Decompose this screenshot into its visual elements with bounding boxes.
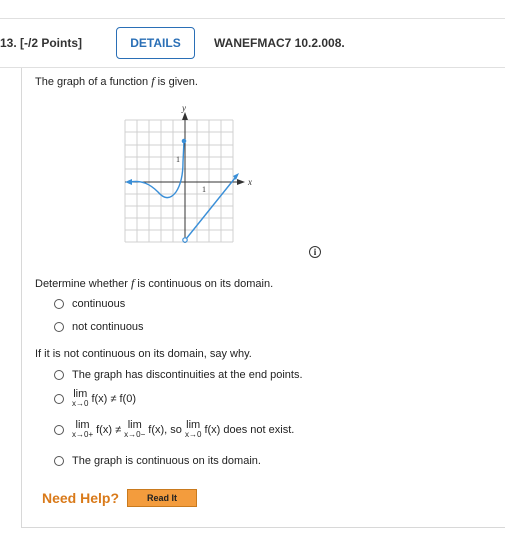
radio-limit-not-equal[interactable] <box>54 394 64 404</box>
question-2-text: If it is not continuous on its domain, s… <box>35 348 252 360</box>
x-axis-label: x <box>247 177 252 187</box>
radio-limit-dne[interactable] <box>54 425 64 435</box>
limit-expression: lim x→0 <box>72 388 89 409</box>
left-limit: lim x→0− <box>124 419 146 440</box>
right-limit: lim x→0+ <box>72 419 94 440</box>
need-help-label: Need Help? <box>42 490 120 506</box>
question-1-text: Determine whether f is continuous on its… <box>35 276 274 290</box>
prompt-text: The graph of a function f is given. <box>35 74 198 88</box>
x-axis-arrow <box>237 179 245 185</box>
question-code: WANEFMAC7 10.2.008. <box>214 36 345 50</box>
option-not-continuous[interactable]: not continuous <box>54 321 144 333</box>
option-continuous-domain[interactable]: The graph is continuous on its domain. <box>54 455 261 467</box>
option-limit-dne[interactable]: lim x→0+ f(x) ≠ lim x→0− f(x), so lim x→… <box>54 419 294 440</box>
y-axis-arrow <box>182 112 188 120</box>
radio-continuous[interactable] <box>54 299 64 309</box>
details-button[interactable]: DETAILS <box>116 27 195 59</box>
function-graph: y x 1 1 <box>124 103 252 243</box>
read-it-button[interactable]: Read It <box>127 489 197 507</box>
open-point <box>182 237 188 243</box>
x-tick-1: 1 <box>202 185 206 194</box>
option-endpoints[interactable]: The graph has discontinuities at the end… <box>54 369 303 381</box>
info-icon[interactable]: i <box>309 246 321 258</box>
question-header: 13. [-/2 Points] DETAILS WANEFMAC7 10.2.… <box>0 18 505 68</box>
y-axis-label: y <box>181 103 186 113</box>
option-continuous[interactable]: continuous <box>54 298 125 310</box>
option-limit-not-equal[interactable]: lim x→0 f(x) ≠ f(0) <box>54 388 136 409</box>
filled-point <box>181 138 187 144</box>
y-tick-1: 1 <box>176 155 180 164</box>
radio-not-continuous[interactable] <box>54 322 64 332</box>
two-sided-limit: lim x→0 <box>184 419 202 440</box>
radio-endpoints[interactable] <box>54 370 64 380</box>
radio-continuous-domain[interactable] <box>54 456 64 466</box>
left-arrowhead <box>125 179 132 185</box>
grid <box>124 119 234 243</box>
question-number: 13. [-/2 Points] <box>0 36 83 50</box>
